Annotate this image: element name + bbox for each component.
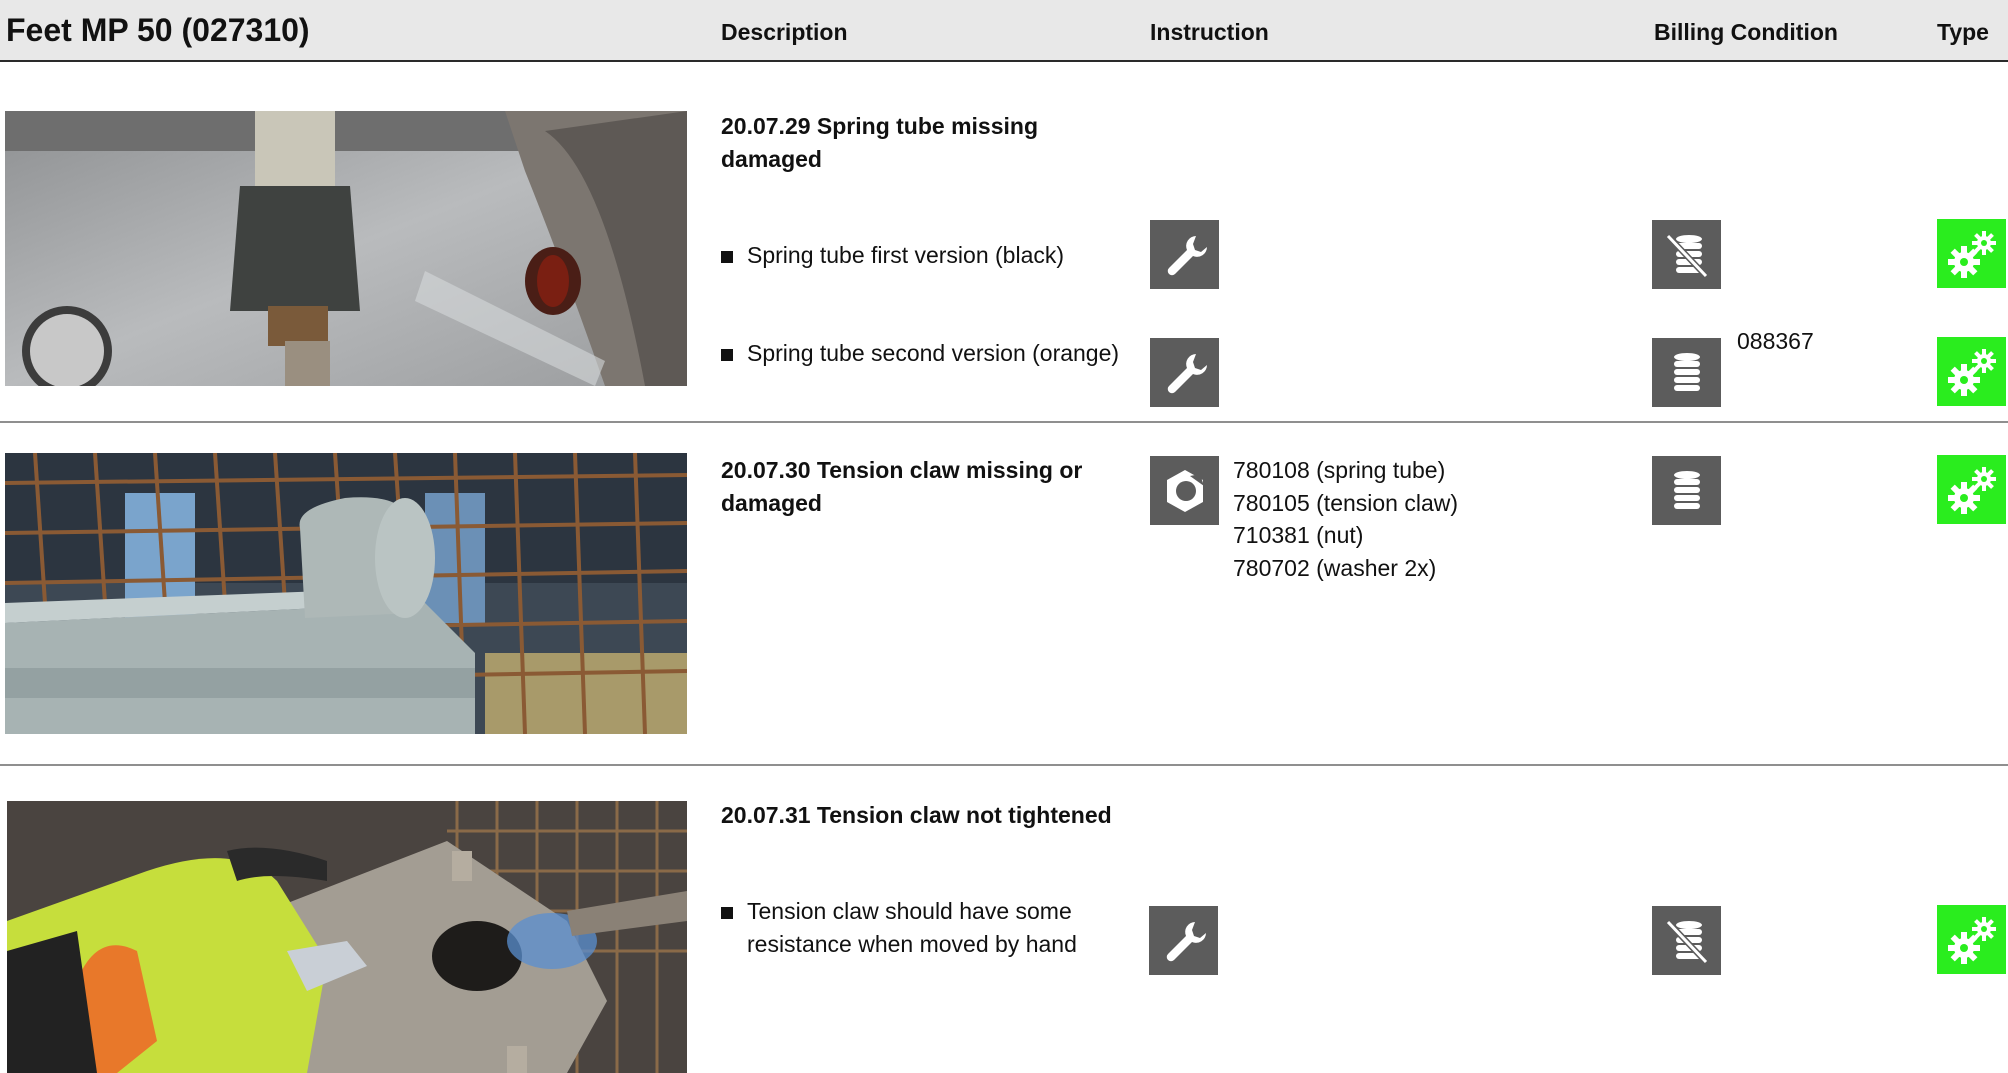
column-header-description: Description <box>721 19 848 45</box>
part-line: 780105 (tension claw) <box>1233 489 1459 516</box>
nut-icon <box>1150 456 1219 525</box>
bullet <box>721 907 733 919</box>
gears-icon <box>1937 219 2006 288</box>
gears-icon <box>1937 905 2006 974</box>
gears-icon <box>1937 455 2006 524</box>
entry-heading: 20.07.31 Tension claw not tightened <box>721 802 1112 828</box>
table-header: Feet MP 50 (027310) Description Instruct… <box>0 0 2008 62</box>
list-item: Spring tube first version (black) <box>721 239 1151 272</box>
part-line: 780702 (washer 2x) <box>1233 554 1437 581</box>
bullet <box>721 251 733 263</box>
photo-tension-claw-tightening <box>7 801 687 1073</box>
page-title: Feet MP 50 (027310) <box>6 12 310 48</box>
billing-coins-icon <box>1652 456 1721 525</box>
list-item: Spring tube second version (orange) <box>721 337 1141 370</box>
wrench-icon <box>1150 220 1219 289</box>
photo-tension-claw <box>5 453 687 734</box>
column-header-billing: Billing Condition <box>1654 19 1838 45</box>
list-item: Tension claw should have some resistance… <box>721 895 1121 961</box>
parts-list: 780108 (spring tube) 780105 (tension cla… <box>1233 454 1458 584</box>
part-line: 780108 (spring tube) <box>1233 457 1446 483</box>
no-billing-coins-icon <box>1652 906 1721 975</box>
photo-spring-tube <box>5 111 687 386</box>
bullet <box>721 349 733 361</box>
column-header-instruction: Instruction <box>1150 19 1269 45</box>
no-billing-coins-icon <box>1652 220 1721 289</box>
part-line: 710381 (nut) <box>1233 522 1364 548</box>
billing-coins-icon <box>1652 338 1721 407</box>
wrench-icon <box>1149 906 1218 975</box>
billing-code: 088367 <box>1737 328 1814 354</box>
column-header-type: Type <box>1937 19 1989 45</box>
row-divider <box>0 421 2008 423</box>
gears-icon <box>1937 337 2006 406</box>
entry-heading: 20.07.30 Tension claw missing or damaged <box>721 457 1083 516</box>
entry-heading: 20.07.29 Spring tube missing damaged <box>721 113 1038 172</box>
wrench-icon <box>1150 338 1219 407</box>
row-divider <box>0 764 2008 766</box>
